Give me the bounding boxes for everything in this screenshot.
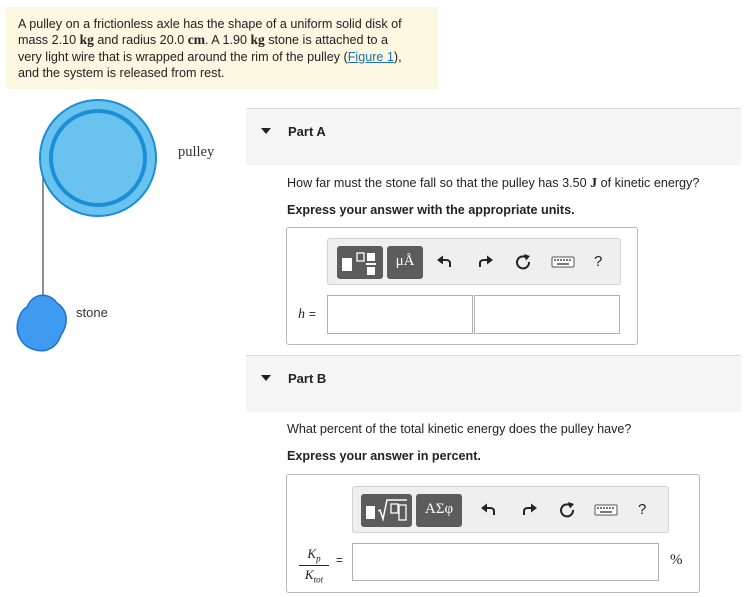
- reset-icon[interactable]: [556, 499, 578, 521]
- problem-statement: A pulley on a frictionless axle has the …: [6, 7, 438, 89]
- units-button-label: μÅ: [395, 253, 415, 269]
- part-b-title: Part B: [288, 371, 327, 386]
- percent-unit: %: [670, 552, 683, 568]
- problem-text: and radius 20.0: [93, 33, 188, 48]
- numerator-subscript: p: [316, 553, 321, 564]
- part-a-instruction: Express your answer with the appropriate…: [287, 203, 575, 217]
- collapse-triangle-icon[interactable]: [261, 375, 271, 381]
- units-input[interactable]: [474, 295, 620, 334]
- help-button[interactable]: ?: [594, 253, 602, 270]
- denominator-subscript: tot: [313, 574, 324, 585]
- part-b-answer-box: ΑΣφ ? Kp Ktot = %: [286, 474, 700, 593]
- help-button[interactable]: ?: [638, 501, 646, 518]
- pulley-disk: [39, 99, 157, 217]
- templates-button[interactable]: [337, 246, 383, 279]
- part-a-header[interactable]: Part A: [246, 108, 741, 165]
- templates-radical-icon: [366, 499, 407, 522]
- fraction-denominator: Ktot: [299, 567, 329, 585]
- fraction-numerator: Kp: [299, 546, 329, 564]
- unit-kg: kg: [250, 32, 265, 48]
- problem-line-3: very light wire that is wrapped around t…: [18, 49, 426, 65]
- symbols-button-label: ΑΣφ: [424, 501, 454, 517]
- figure-link[interactable]: Figure 1: [348, 50, 394, 64]
- units-button[interactable]: μÅ: [387, 246, 423, 279]
- variable-h: h: [298, 307, 305, 322]
- stone-label: stone: [76, 305, 108, 320]
- problem-text: ),: [393, 49, 402, 64]
- unit-cm: cm: [187, 32, 205, 48]
- pulley-label: pulley: [178, 144, 215, 160]
- problem-line-4: and the system is released from rest.: [18, 65, 225, 80]
- numerator-var: K: [307, 546, 317, 561]
- redo-icon[interactable]: [474, 251, 496, 273]
- keyboard-icon[interactable]: [550, 251, 576, 273]
- problem-text: mass 2.10: [18, 33, 80, 48]
- figure-diagram: [16, 99, 157, 352]
- problem-text: very light wire that is wrapped around t…: [18, 49, 348, 64]
- percent-input[interactable]: [352, 543, 659, 581]
- question-text: How far must the stone fall so that the …: [287, 176, 591, 190]
- problem-line-1: A pulley on a frictionless axle has the …: [18, 17, 402, 31]
- value-input[interactable]: [327, 295, 473, 334]
- keyboard-icon[interactable]: [593, 499, 619, 521]
- problem-text: stone is attached to a: [264, 33, 388, 48]
- denominator-var: K: [304, 566, 314, 582]
- part-b-question: What percent of the total kinetic energy…: [287, 422, 632, 436]
- undo-icon[interactable]: [434, 251, 456, 273]
- part-b-header[interactable]: Part B: [246, 355, 741, 412]
- part-b-toolbar: ΑΣφ ?: [352, 486, 669, 533]
- redo-icon[interactable]: [518, 499, 540, 521]
- question-text: of kinetic energy?: [597, 176, 700, 190]
- part-a-toolbar: μÅ ?: [327, 238, 621, 285]
- part-b-instruction: Express your answer in percent.: [287, 449, 481, 463]
- part-a-title: Part A: [288, 124, 326, 139]
- fraction-bar: [299, 564, 329, 566]
- undo-icon[interactable]: [478, 499, 500, 521]
- unit-kg: kg: [79, 32, 94, 48]
- reset-icon[interactable]: [512, 251, 534, 273]
- collapse-triangle-icon[interactable]: [261, 128, 271, 134]
- equals-sign: =: [308, 307, 316, 321]
- stone-shape: [16, 294, 67, 352]
- templates-icon: [342, 252, 376, 275]
- part-a-answer-box: μÅ ? h =: [286, 227, 638, 345]
- templates-button[interactable]: [361, 494, 412, 527]
- answer-label: h =: [298, 305, 316, 323]
- symbols-button[interactable]: ΑΣφ: [416, 494, 462, 527]
- equals-sign: =: [336, 553, 344, 567]
- problem-line-2: mass 2.10 kg and radius 20.0 cm. A 1.90 …: [18, 32, 426, 48]
- fraction-label: Kp Ktot: [299, 546, 329, 584]
- part-a-question: How far must the stone fall so that the …: [287, 176, 699, 192]
- problem-text: . A 1.90: [204, 33, 251, 48]
